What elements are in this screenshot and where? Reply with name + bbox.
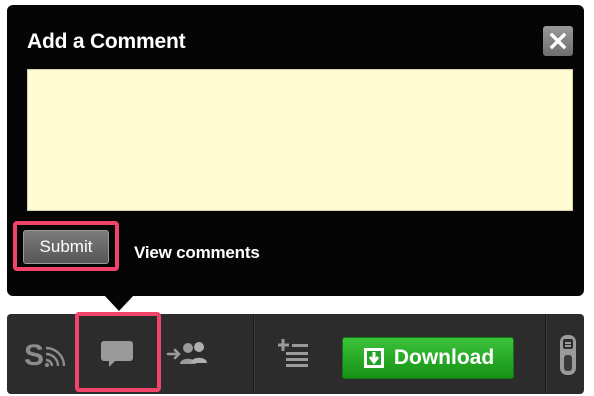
comment-input[interactable]: [27, 69, 573, 211]
download-label: Download: [393, 346, 495, 369]
view-comments-link[interactable]: View comments: [134, 243, 260, 263]
share-button[interactable]: S: [21, 334, 69, 374]
remote-icon: [560, 335, 576, 375]
close-button[interactable]: [543, 26, 573, 56]
svg-text:S: S: [24, 339, 44, 372]
popup-title: Add a Comment: [27, 30, 186, 53]
add-to-list-icon: [278, 339, 308, 367]
add-friends-button[interactable]: [165, 336, 213, 372]
toolbar-divider: [545, 314, 547, 394]
download-icon: [363, 348, 384, 368]
comment-highlight: [75, 312, 161, 392]
share-icon: S: [24, 339, 66, 372]
add-friends-icon: [166, 342, 207, 364]
remote-button[interactable]: [557, 332, 579, 378]
close-icon: [549, 32, 567, 50]
add-to-list-button[interactable]: [275, 334, 315, 374]
toolbar-divider: [253, 314, 255, 394]
submit-button[interactable]: Submit: [23, 230, 109, 264]
popup-pointer: [104, 295, 134, 311]
download-button[interactable]: Download: [342, 337, 514, 379]
